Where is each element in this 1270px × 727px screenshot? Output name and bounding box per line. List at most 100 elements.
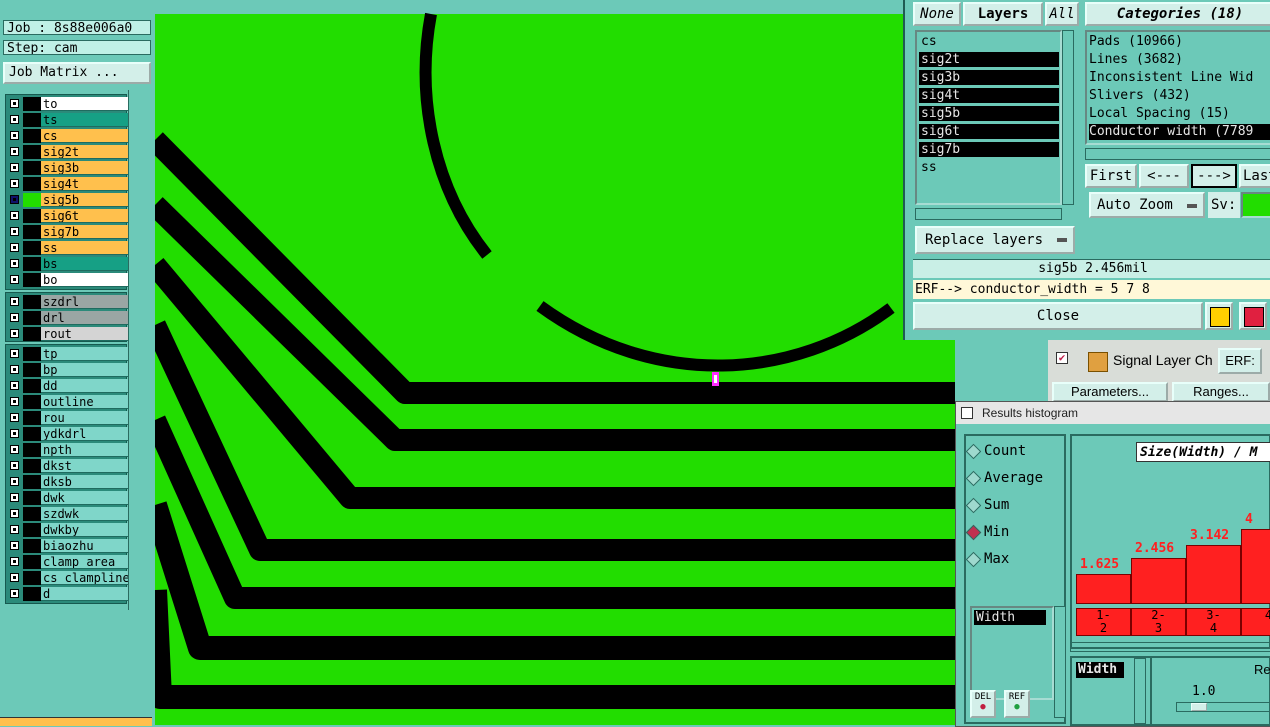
layer-row-rou[interactable]: rou <box>6 411 128 425</box>
layer-checkbox[interactable] <box>10 131 19 140</box>
layer-swatch[interactable] <box>23 571 41 585</box>
layers-list-item[interactable]: cs <box>919 34 1059 49</box>
layer-swatch[interactable] <box>23 257 41 271</box>
layer-checkbox[interactable] <box>10 525 19 534</box>
layer-row-dd[interactable]: dd <box>6 379 128 393</box>
layer-row-dwkby[interactable]: dwkby <box>6 523 128 537</box>
layer-row-ss[interactable]: ss <box>6 241 128 255</box>
histogram-bar[interactable] <box>1076 574 1131 604</box>
layer-name[interactable]: rou <box>41 411 128 425</box>
tab-layers[interactable]: Layers <box>963 2 1043 26</box>
layer-name[interactable]: cs <box>41 129 128 143</box>
layer-name[interactable]: ss <box>41 241 128 255</box>
layers-list-item[interactable]: ss <box>919 160 1059 175</box>
layer-name[interactable]: rout <box>41 327 128 341</box>
layers-list-hscrollbar[interactable] <box>915 208 1062 220</box>
layer-name[interactable]: sig5b <box>41 193 128 207</box>
layer-checkbox[interactable] <box>10 445 19 454</box>
layer-row-bo[interactable]: bo <box>6 273 128 287</box>
ranges-button[interactable]: Ranges... <box>1172 382 1270 402</box>
layer-row-sig6t[interactable]: sig6t <box>6 209 128 223</box>
layer-row-szdwk[interactable]: szdwk <box>6 507 128 521</box>
layer-swatch[interactable] <box>23 363 41 377</box>
layer-name[interactable]: szdrl <box>41 295 128 309</box>
category-item[interactable]: Local Spacing (15) <box>1089 106 1230 122</box>
layer-checkbox[interactable] <box>10 573 19 582</box>
width-field-scrollbar[interactable] <box>1134 658 1146 724</box>
layer-checkbox[interactable] <box>10 429 19 438</box>
layer-row-sig2t[interactable]: sig2t <box>6 145 128 159</box>
layer-name[interactable]: dwkby <box>41 523 128 537</box>
layer-name[interactable]: to <box>41 97 128 111</box>
severity-color-swatch[interactable] <box>1241 192 1270 218</box>
layer-swatch[interactable] <box>23 475 41 489</box>
mode-radio-count[interactable]: Count <box>965 442 1026 460</box>
layer-name[interactable]: sig7b <box>41 225 128 239</box>
layer-swatch[interactable] <box>23 129 41 143</box>
categories-list[interactable]: Pads (10966) Lines (3682) Inconsistent Lin… <box>1085 30 1270 145</box>
layer-name[interactable]: dkst <box>41 459 128 473</box>
layer-name[interactable]: npth <box>41 443 128 457</box>
layer-name[interactable]: bs <box>41 257 128 271</box>
layer-swatch[interactable] <box>23 145 41 159</box>
layer-swatch[interactable] <box>23 395 41 409</box>
layer-name[interactable]: dwk <box>41 491 128 505</box>
layer-name[interactable]: clamp_area <box>41 555 128 569</box>
layer-row-ydkdrl[interactable]: ydkdrl <box>6 427 128 441</box>
layers-list-item[interactable]: sig4t <box>919 88 1059 103</box>
layer-checkbox[interactable] <box>10 313 19 322</box>
layer-row-outline[interactable]: outline <box>6 395 128 409</box>
layer-checkbox[interactable] <box>10 99 19 108</box>
layer-swatch[interactable] <box>23 241 41 255</box>
layer-row-sig3b[interactable]: sig3b <box>6 161 128 175</box>
layer-checkbox[interactable] <box>10 259 19 268</box>
graphic-canvas[interactable] <box>155 0 955 725</box>
layer-swatch[interactable] <box>23 273 41 287</box>
layer-row-drl[interactable]: drl <box>6 311 128 325</box>
histogram-hscrollbar[interactable] <box>1070 642 1270 652</box>
layer-name[interactable]: bo <box>41 273 128 287</box>
none-button[interactable]: None <box>913 2 961 26</box>
layer-checkbox[interactable] <box>10 297 19 306</box>
layer-swatch[interactable] <box>23 347 41 361</box>
layer-checkbox[interactable] <box>10 211 19 220</box>
field-list-item[interactable]: Width <box>974 610 1046 625</box>
width-field-label[interactable]: Width <box>1076 662 1124 678</box>
histogram-bar[interactable] <box>1131 558 1186 604</box>
layer-name[interactable]: cs_clampline <box>41 571 128 585</box>
layer-row-bp[interactable]: bp <box>6 363 128 377</box>
layer-checkbox[interactable] <box>10 227 19 236</box>
layer-swatch[interactable] <box>23 539 41 553</box>
layer-name[interactable]: dksb <box>41 475 128 489</box>
layer-row-dkst[interactable]: dkst <box>6 459 128 473</box>
layer-row-clamp_area[interactable]: clamp_area <box>6 555 128 569</box>
layers-list-item[interactable]: sig5b <box>919 106 1059 121</box>
layer-checkbox[interactable] <box>10 243 19 252</box>
layers-list-scrollbar[interactable] <box>1062 30 1074 205</box>
layer-name[interactable]: szdwk <box>41 507 128 521</box>
layers-list-item[interactable]: sig3b <box>919 70 1059 85</box>
layer-name[interactable]: bp <box>41 363 128 377</box>
next-button[interactable]: ---> <box>1191 164 1237 188</box>
layer-checkbox[interactable] <box>10 163 19 172</box>
layer-name[interactable]: ydkdrl <box>41 427 128 441</box>
category-item[interactable]: Lines (3682) <box>1089 52 1183 68</box>
last-button[interactable]: Last <box>1239 164 1270 188</box>
layer-checkbox[interactable] <box>10 115 19 124</box>
layer-swatch[interactable] <box>23 311 41 325</box>
layer-swatch[interactable] <box>23 411 41 425</box>
resolution-slider[interactable] <box>1176 702 1270 712</box>
layer-panel-scrollbar[interactable] <box>128 90 155 610</box>
layer-name[interactable]: sig4t <box>41 177 128 191</box>
layer-checkbox[interactable] <box>10 557 19 566</box>
layer-checkbox[interactable] <box>10 413 19 422</box>
layer-swatch[interactable] <box>23 555 41 569</box>
ref-button[interactable]: REF ● <box>1004 690 1030 718</box>
layers-list-item[interactable]: sig7b <box>919 142 1059 157</box>
layer-swatch[interactable] <box>23 327 41 341</box>
check-icon[interactable]: ✔ <box>1056 352 1068 364</box>
layer-swatch[interactable] <box>23 443 41 457</box>
layer-checkbox[interactable] <box>10 195 19 204</box>
layer-swatch[interactable] <box>23 459 41 473</box>
layer-name[interactable]: biaozhu <box>41 539 128 553</box>
